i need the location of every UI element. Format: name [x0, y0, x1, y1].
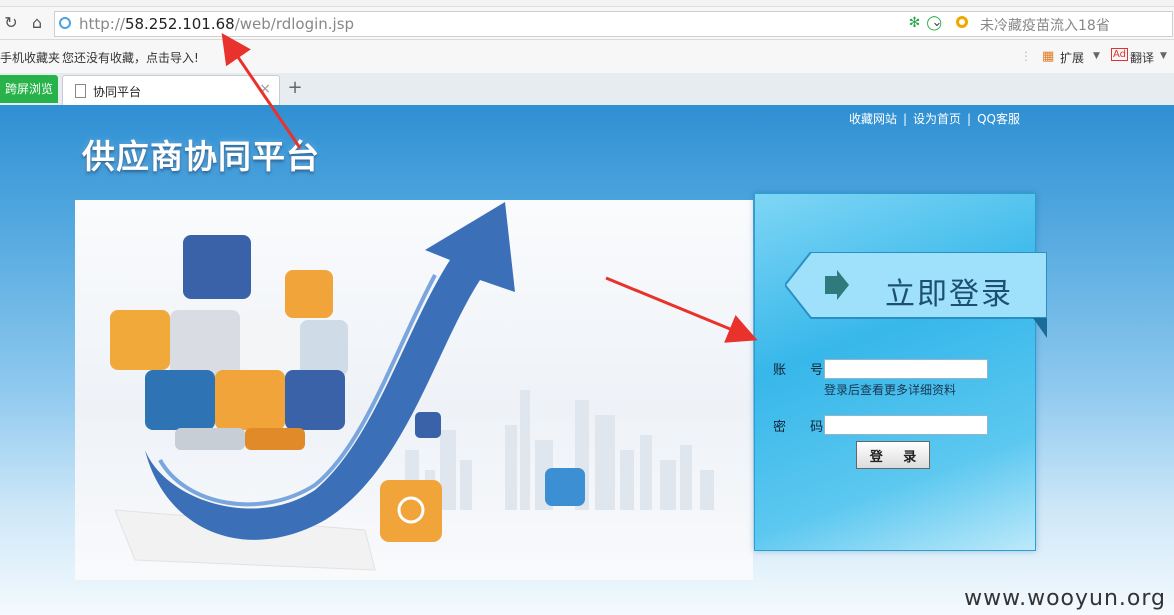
arrow-to-login — [605, 276, 758, 343]
annotation-arrows — [221, 33, 758, 343]
arrow-to-address — [221, 33, 302, 149]
